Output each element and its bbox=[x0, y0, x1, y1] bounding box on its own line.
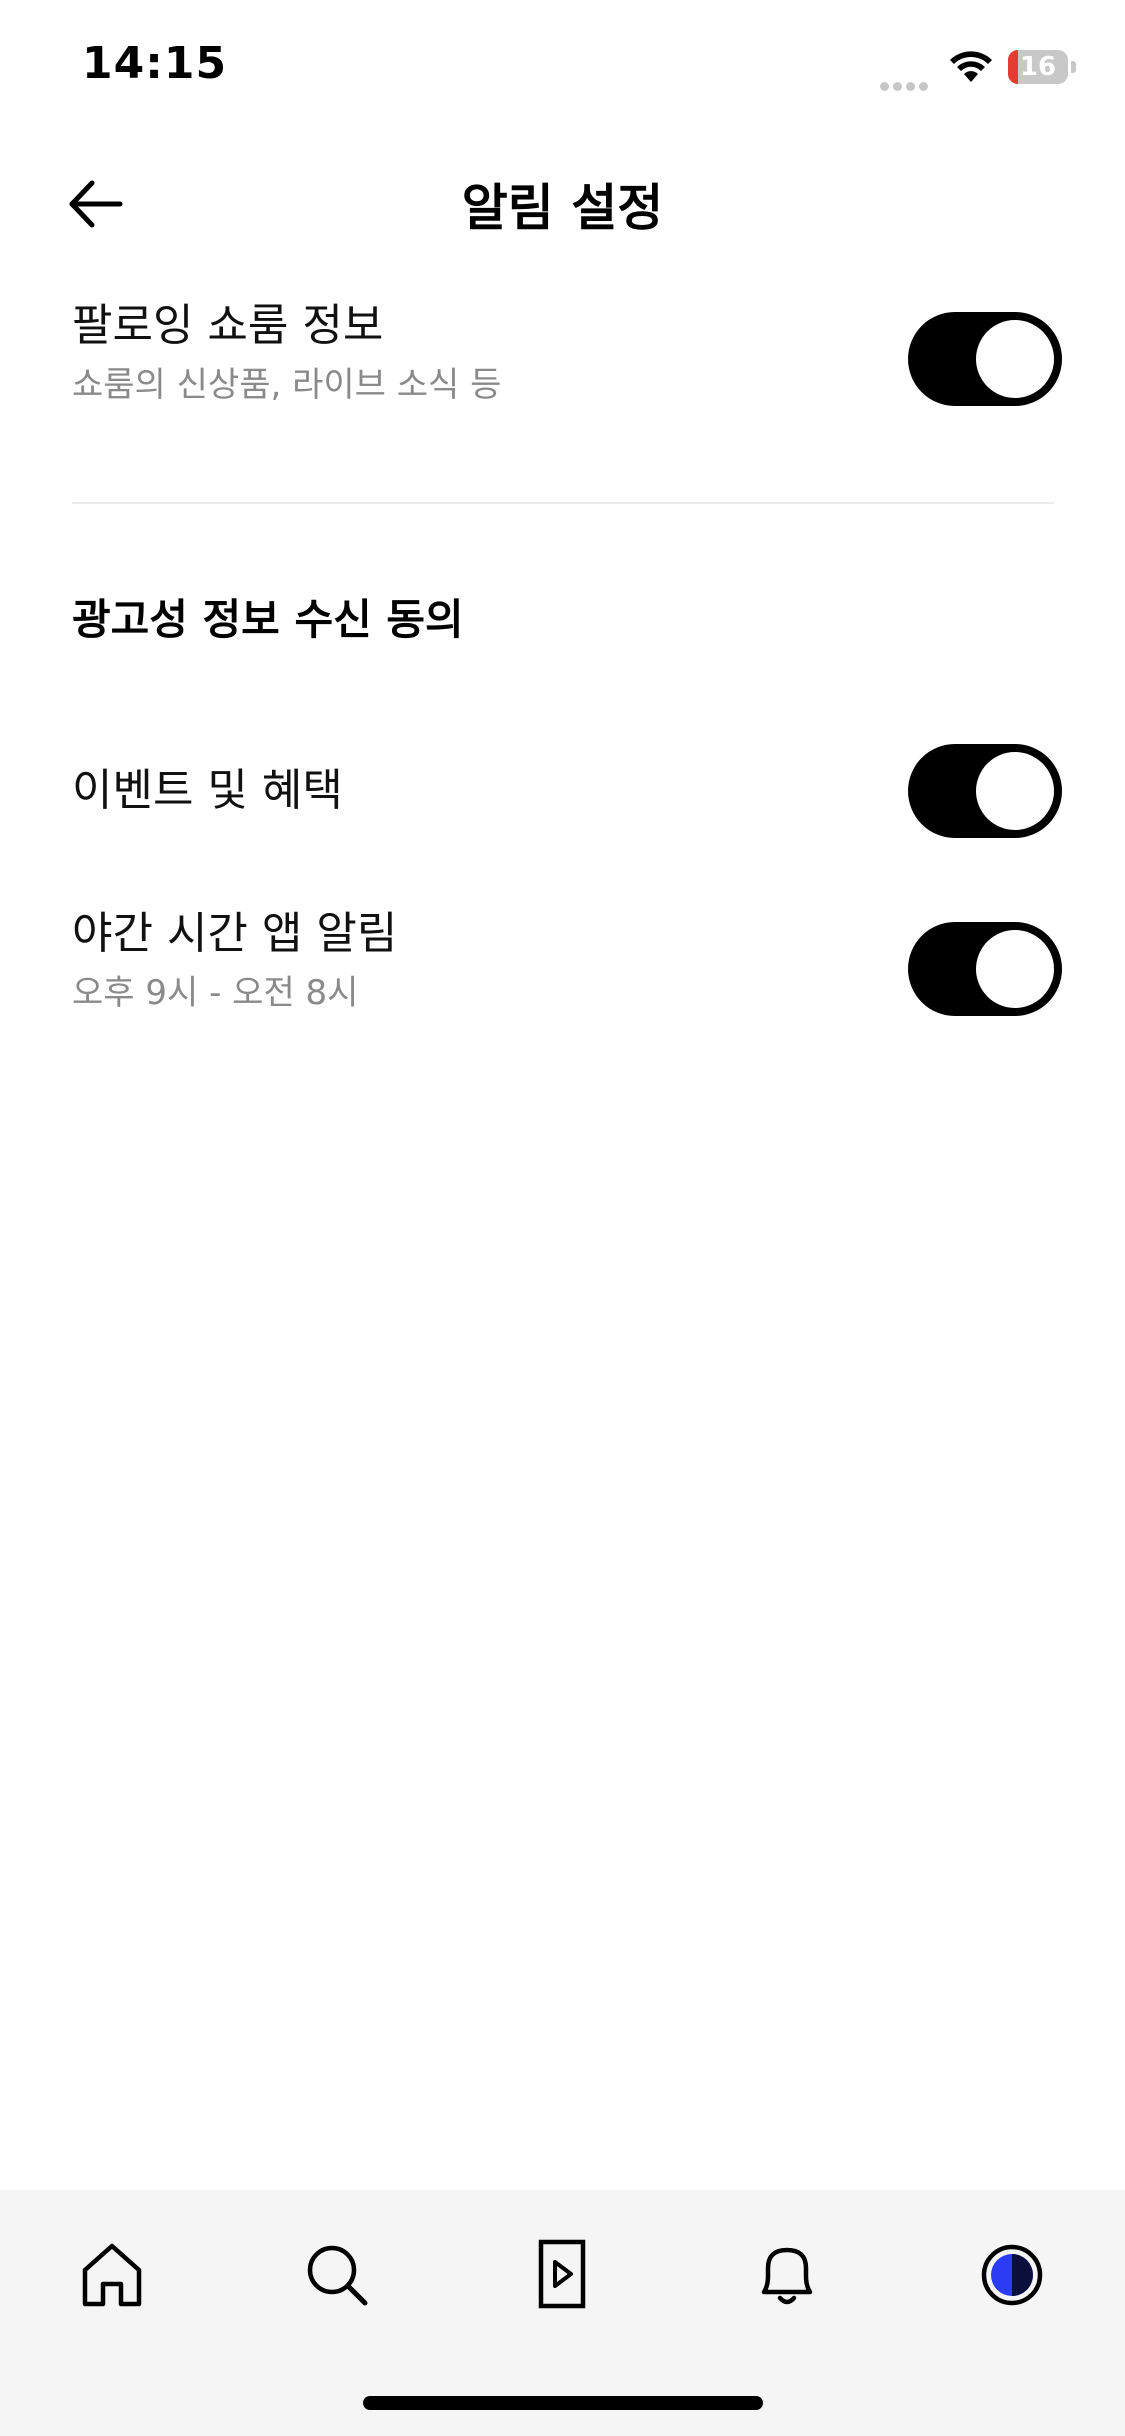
tab-notifications[interactable] bbox=[742, 2230, 832, 2320]
video-play-icon bbox=[538, 2239, 586, 2309]
cellular-signal-icon bbox=[880, 76, 934, 91]
divider bbox=[72, 502, 1054, 504]
section-header-ad-consent: 광고성 정보 수신 동의 bbox=[72, 595, 464, 644]
events-toggle[interactable] bbox=[908, 744, 1062, 838]
page-title: 알림 설정 bbox=[461, 179, 664, 237]
tab-search[interactable] bbox=[292, 2230, 382, 2320]
tab-profile[interactable] bbox=[967, 2230, 1057, 2320]
setting-row-following-showroom: 팔로잉 쇼룸 정보 쇼룸의 신상품, 라이브 소식 등 bbox=[72, 296, 1062, 426]
tab-video[interactable] bbox=[517, 2230, 607, 2320]
setting-row-night-notifications: 야간 시간 앱 알림 오후 9시 - 오전 8시 bbox=[72, 904, 1062, 1034]
battery-icon: 16 bbox=[1008, 50, 1076, 86]
battery-level: 16 bbox=[1019, 52, 1057, 82]
night-notifications-toggle[interactable] bbox=[908, 922, 1062, 1016]
status-bar: 14:15 16 bbox=[0, 0, 1125, 140]
home-icon bbox=[82, 2243, 142, 2307]
following-showroom-toggle[interactable] bbox=[908, 312, 1062, 406]
status-time: 14:15 bbox=[82, 38, 228, 89]
header: 알림 설정 bbox=[0, 140, 1125, 260]
setting-row-events: 이벤트 및 혜택 bbox=[72, 744, 1062, 838]
tab-home[interactable] bbox=[67, 2230, 157, 2320]
wifi-icon bbox=[950, 51, 992, 82]
bell-icon bbox=[761, 2247, 813, 2305]
home-indicator bbox=[363, 2396, 763, 2410]
search-icon bbox=[307, 2245, 368, 2306]
profile-avatar-icon bbox=[981, 2244, 1043, 2306]
